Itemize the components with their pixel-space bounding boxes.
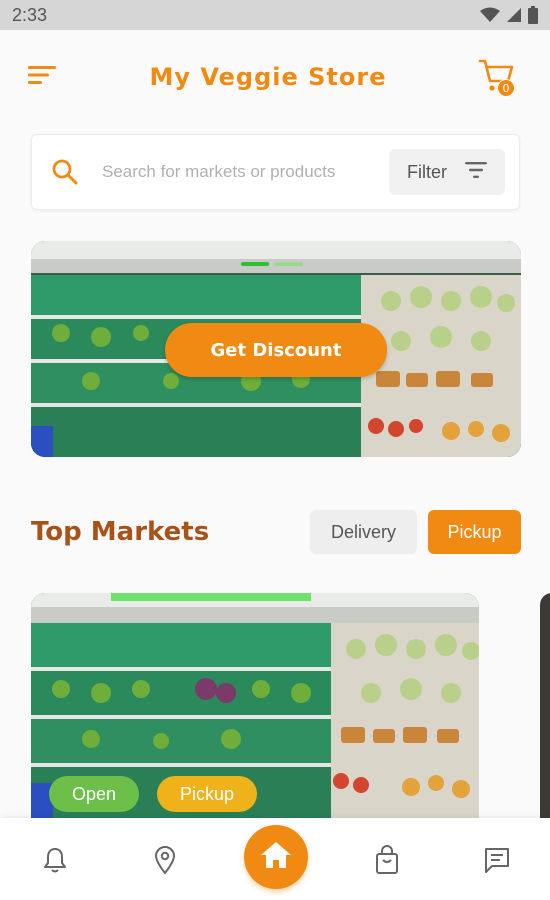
pagination-dot[interactable] xyxy=(241,262,269,266)
pickup-toggle-button[interactable]: Pickup xyxy=(428,510,521,554)
market-card-next[interactable] xyxy=(540,593,550,818)
filter-icon xyxy=(465,161,487,184)
market-card[interactable]: Open Pickup xyxy=(31,593,479,818)
filter-button[interactable]: Filter xyxy=(389,149,505,195)
nav-home-button[interactable] xyxy=(244,825,308,889)
nav-orders[interactable] xyxy=(367,842,407,882)
open-status-tag: Open xyxy=(49,776,139,812)
chat-icon xyxy=(483,846,511,878)
status-bar: 2:33 xyxy=(0,0,550,30)
nav-messages[interactable] xyxy=(477,842,517,882)
shopping-bag-icon xyxy=(374,845,400,879)
location-icon xyxy=(153,845,177,879)
filter-label: Filter xyxy=(407,161,447,182)
banner-pagination xyxy=(241,262,303,266)
nav-notifications[interactable] xyxy=(35,842,75,882)
signal-icon xyxy=(506,7,522,23)
section-title: Top Markets xyxy=(31,517,210,547)
app-title: My Veggie Store xyxy=(149,63,387,91)
get-discount-button[interactable]: Get Discount xyxy=(165,323,387,377)
battery-icon xyxy=(528,6,538,24)
pagination-dot[interactable] xyxy=(275,262,303,266)
nav-location[interactable] xyxy=(145,842,185,882)
delivery-toggle-button[interactable]: Delivery xyxy=(310,510,417,554)
delivery-mode-toggle: Delivery Pickup xyxy=(310,510,521,554)
menu-icon xyxy=(28,65,56,89)
top-markets-header: Top Markets Delivery Pickup xyxy=(31,509,521,555)
cart-button[interactable]: 0 xyxy=(476,55,520,99)
search-input[interactable] xyxy=(82,162,389,182)
search-card: Filter xyxy=(31,134,520,210)
bell-icon xyxy=(42,846,68,878)
search-icon[interactable] xyxy=(48,155,82,189)
promo-banner[interactable]: Get Discount xyxy=(31,241,521,457)
wifi-icon xyxy=(480,7,500,23)
status-time: 2:33 xyxy=(12,4,48,25)
bottom-nav xyxy=(0,818,550,900)
pickup-tag: Pickup xyxy=(157,776,257,812)
app-header: My Veggie Store 0 xyxy=(0,50,550,104)
status-icons xyxy=(480,6,538,24)
cart-count-badge: 0 xyxy=(497,79,515,97)
menu-button[interactable] xyxy=(28,61,60,93)
home-icon xyxy=(259,840,293,874)
